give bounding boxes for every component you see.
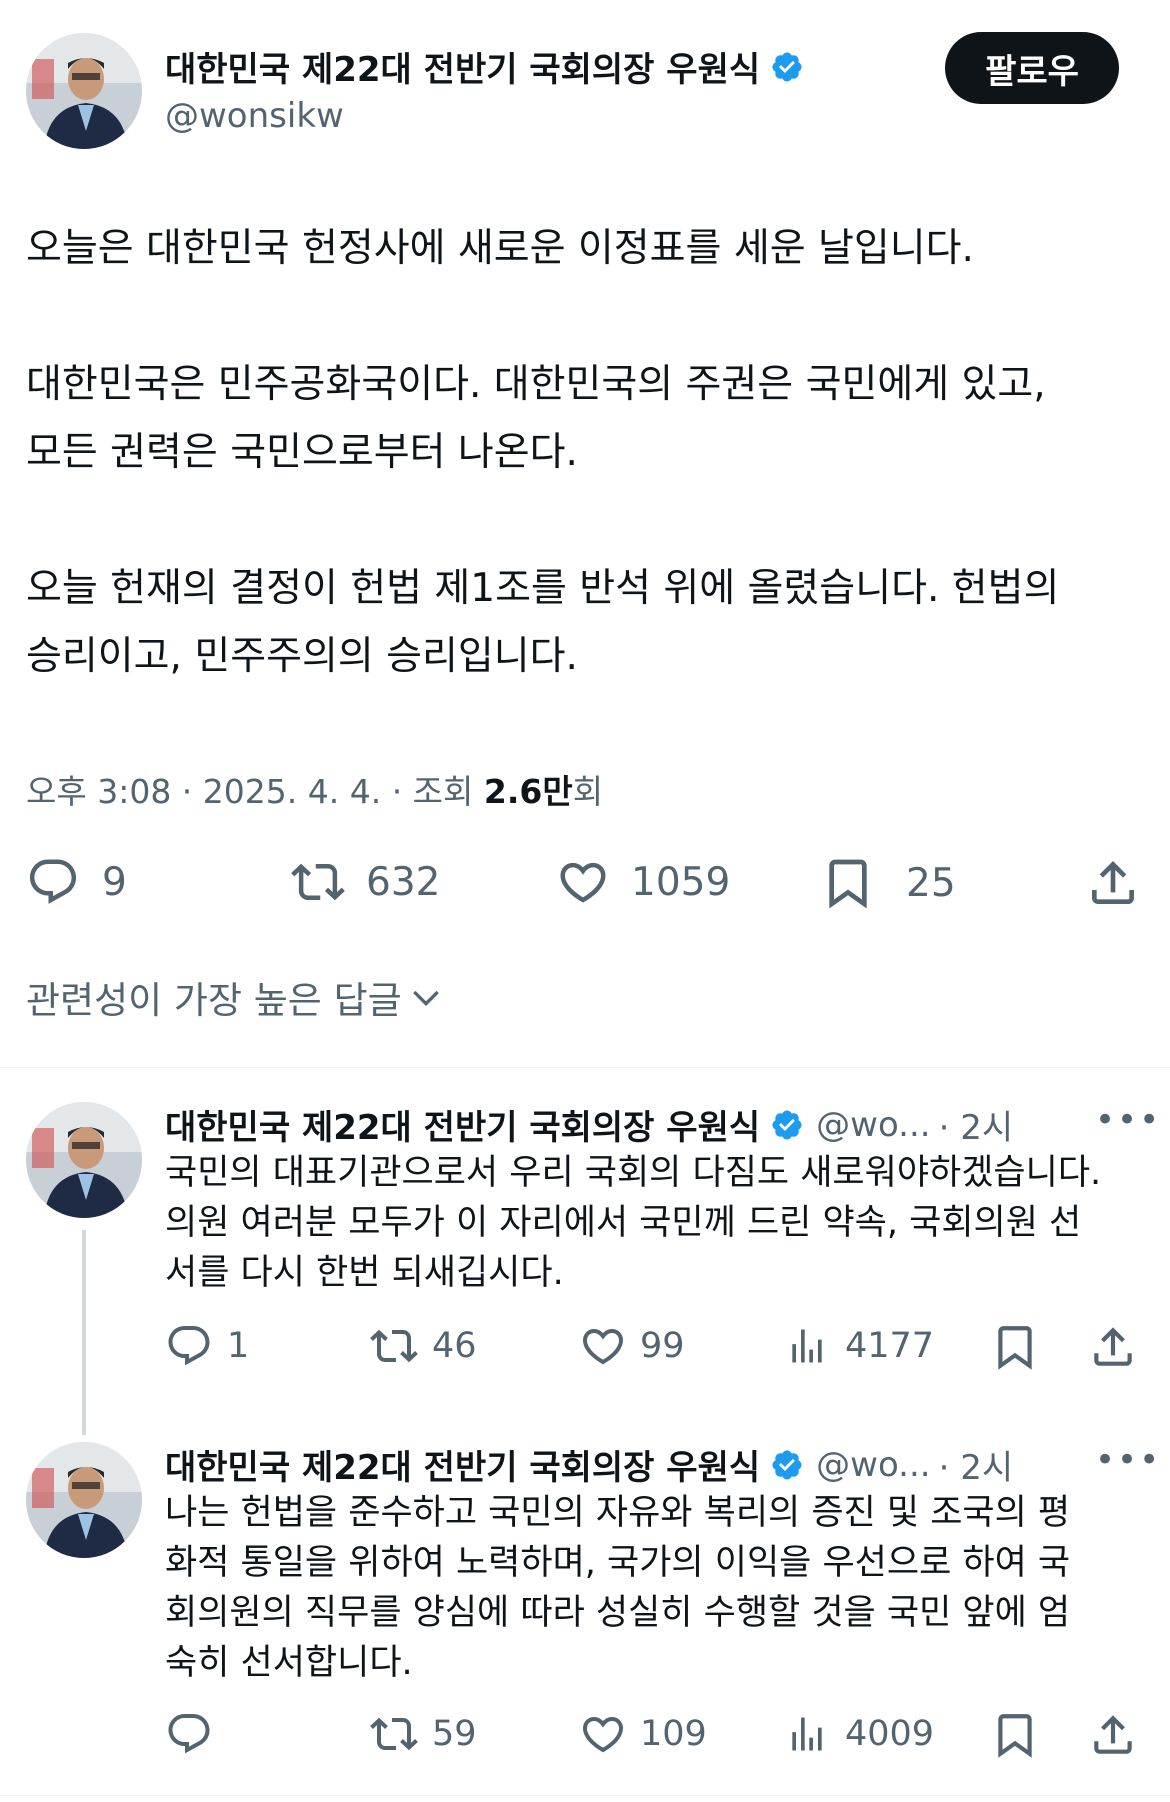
share-icon (1094, 1715, 1132, 1754)
reply-sort-selector[interactable]: 관련성이 가장 높은 답글 (26, 970, 446, 1024)
tweet-text: 오늘은 대한민국 헌정사에 새로운 이정표를 세운 날입니다. 대한민국은 민주… (26, 226, 1060, 679)
more-icon[interactable]: ••• (1095, 1440, 1161, 1480)
reply-button[interactable]: 9 (26, 855, 127, 909)
reply-icon (168, 1714, 210, 1754)
author-name[interactable]: 대한민국 제22대 전반기 국회의장 우원식 (165, 42, 804, 91)
share-icon (1092, 861, 1134, 904)
bookmark-button[interactable]: 25 (820, 855, 956, 911)
retweet-count: 46 (432, 1326, 477, 1366)
author-handle[interactable]: @wonsikw (165, 96, 344, 136)
reply-count: 9 (102, 859, 127, 905)
share-button[interactable] (1088, 1710, 1138, 1760)
like-button[interactable]: 99 (578, 1322, 685, 1370)
view-count: 4177 (845, 1326, 935, 1366)
author-avatar[interactable] (26, 33, 142, 149)
reply-sort-label: 관련성이 가장 높은 답글 (26, 979, 402, 1022)
share-button[interactable] (1088, 1322, 1138, 1372)
more-icon[interactable]: ••• (1095, 1100, 1161, 1140)
reply-button[interactable]: 1 (165, 1322, 249, 1370)
thread-connector (82, 1230, 86, 1435)
chevron-down-icon (412, 990, 439, 1007)
views-icon (792, 1717, 822, 1751)
reply-icon (29, 859, 77, 904)
reply-handle[interactable]: @wo... (816, 1445, 930, 1485)
bookmark-button[interactable] (990, 1710, 1040, 1760)
retweet-button[interactable]: 46 (368, 1322, 477, 1370)
bookmark-count: 25 (906, 860, 956, 906)
tweet-timestamp[interactable]: 오후 3:08 · 2025. 4. 4. · 조회 (26, 772, 473, 811)
reply-handle[interactable]: @wo... (816, 1105, 930, 1145)
retweet-count: 632 (366, 859, 441, 905)
retweet-icon (370, 1329, 418, 1363)
share-icon (1094, 1327, 1132, 1366)
like-icon (560, 862, 606, 903)
views-icon (792, 1329, 822, 1363)
verified-badge-icon (770, 1108, 804, 1142)
reply-text: 나는 헌법을 준수하고 국민의 자유와 복리의 증진 및 조국의 평 화적 통일… (165, 1493, 1071, 1683)
reply-icon (168, 1326, 210, 1366)
reply-time[interactable]: · 2시 (939, 1100, 1014, 1149)
view-count: 2.6만 (483, 772, 573, 811)
view-count: 4009 (845, 1714, 935, 1754)
views-button[interactable]: 4009 (785, 1710, 934, 1758)
like-icon (582, 1329, 624, 1365)
tweet-meta: 오후 3:08 · 2025. 4. 4. · 조회 2.6만회 (26, 765, 603, 813)
follow-button[interactable]: 팔로우 (945, 32, 1119, 104)
reply-time[interactable]: · 2시 (939, 1440, 1014, 1489)
bookmark-icon (998, 1326, 1032, 1370)
divider (0, 1795, 1170, 1796)
like-icon (582, 1717, 624, 1753)
reply-avatar[interactable] (26, 1442, 142, 1558)
reply-author-name[interactable]: 대한민국 제22대 전반기 국회의장 우원식 (165, 1100, 760, 1149)
verified-badge-icon (770, 50, 804, 84)
view-count-suffix: 회 (572, 772, 604, 811)
bookmark-button[interactable] (990, 1322, 1040, 1372)
retweet-count: 59 (432, 1714, 477, 1754)
retweet-icon (370, 1717, 418, 1751)
bookmark-icon (829, 859, 867, 909)
like-button[interactable]: 109 (578, 1710, 707, 1758)
reply-button[interactable] (165, 1710, 227, 1758)
divider (0, 1067, 1170, 1068)
verified-badge-icon (770, 1448, 804, 1482)
reply-avatar[interactable] (26, 1102, 142, 1218)
reply-author[interactable]: 대한민국 제22대 전반기 국회의장 우원식 @wo... · 2시 (165, 1100, 1013, 1149)
like-button[interactable]: 1059 (555, 855, 730, 909)
like-count: 1059 (631, 859, 731, 905)
share-button[interactable] (1085, 855, 1141, 911)
reply-count: 1 (227, 1326, 250, 1366)
views-button[interactable]: 4177 (785, 1322, 934, 1370)
reply-text: 국민의 대표기관으로서 우리 국회의 다짐도 새로워야하겠습니다. 의원 여러분… (165, 1153, 1102, 1293)
reply-author-name[interactable]: 대한민국 제22대 전반기 국회의장 우원식 (165, 1440, 760, 1489)
like-count: 109 (640, 1714, 707, 1754)
author-name-text[interactable]: 대한민국 제22대 전반기 국회의장 우원식 (165, 42, 760, 91)
reply-author[interactable]: 대한민국 제22대 전반기 국회의장 우원식 @wo... · 2시 (165, 1440, 1013, 1489)
bookmark-icon (998, 1714, 1032, 1758)
retweet-button[interactable]: 59 (368, 1710, 477, 1758)
retweet-button[interactable]: 632 (288, 855, 440, 909)
like-count: 99 (640, 1326, 685, 1366)
retweet-icon (291, 863, 345, 901)
